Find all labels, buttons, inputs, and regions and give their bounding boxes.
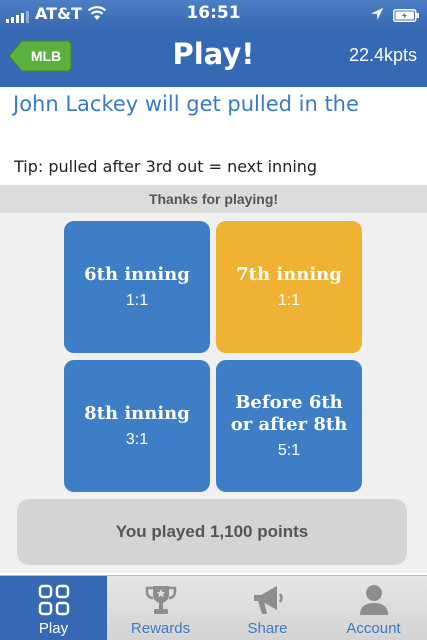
clock: 16:51 (186, 3, 241, 23)
person-icon (320, 582, 427, 618)
option-label: 7th inning (236, 264, 342, 285)
trophy-icon (107, 582, 214, 618)
tip-text: Tip: pulled after 3rd out = next inning (14, 157, 318, 176)
option-label: 6th inning (84, 264, 190, 285)
tab-account[interactable]: Account (320, 576, 427, 640)
tab-label: Play (38, 620, 69, 637)
tab-play[interactable]: Play (0, 576, 107, 640)
option-before-6th-or-after-8th[interactable]: Before 6th or after 8th 5:1 (216, 360, 362, 492)
option-odds: 1:1 (125, 292, 149, 309)
battery-icon (393, 7, 420, 26)
played-status-button: You played 1,100 points (17, 499, 407, 565)
option-7th-inning[interactable]: 7th inning 1:1 (216, 221, 362, 353)
tab-label: Rewards (130, 620, 191, 637)
question-text: John Lackey will get pulled in the (13, 92, 359, 116)
option-8th-inning[interactable]: 8th inning 3:1 (64, 360, 210, 492)
grid-icon (0, 582, 107, 618)
points-balance: 22.4kpts (348, 45, 417, 65)
tab-share[interactable]: Share (214, 576, 321, 640)
thanks-banner: Thanks for playing! (0, 185, 427, 213)
option-odds: 5:1 (277, 442, 301, 459)
tab-rewards[interactable]: Rewards (107, 576, 214, 640)
status-bar: AT&T 16:51 (0, 0, 427, 27)
option-odds: 1:1 (277, 292, 301, 309)
navigation-bar: MLB Play! 22.4kpts (0, 27, 427, 87)
option-label: 8th inning (84, 403, 190, 424)
tab-bar: Play Rewards Share Account (0, 575, 427, 640)
megaphone-icon (214, 582, 321, 618)
tab-label: Account (346, 620, 401, 637)
option-label: Before 6th or after 8th (230, 392, 348, 435)
tab-label: Share (247, 620, 288, 637)
option-6th-inning[interactable]: 6th inning 1:1 (64, 221, 210, 353)
location-arrow-icon (370, 6, 384, 25)
option-odds: 3:1 (125, 431, 149, 448)
